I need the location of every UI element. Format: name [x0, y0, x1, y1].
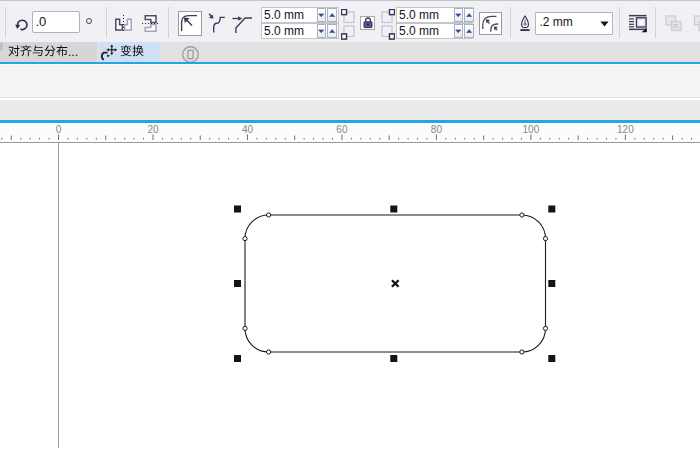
svg-text:120: 120: [617, 124, 634, 135]
svg-text:40: 40: [242, 124, 254, 135]
svg-text:80: 80: [431, 124, 443, 135]
svg-text:20: 20: [147, 124, 159, 135]
svg-text:100: 100: [523, 124, 540, 135]
svg-text:60: 60: [336, 124, 348, 135]
svg-text:0: 0: [56, 124, 62, 135]
